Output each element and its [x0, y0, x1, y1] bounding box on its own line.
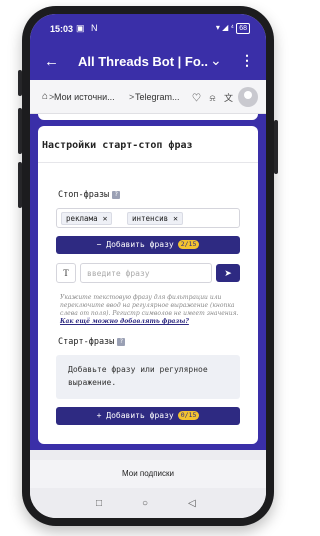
back-arrow-icon[interactable]: ← [44, 53, 59, 71]
stop-phrases-tags: реклама ✕ интенсив ✕ [56, 208, 240, 228]
start-phrases-label: Старт-фразы? [58, 337, 126, 347]
my-subscriptions-button[interactable]: Мои подписки [30, 460, 266, 488]
header-action-icons[interactable]: ♡ ⍾ 文 [192, 91, 236, 104]
app-titlebar: ← All Threads Bot | Fo... ⌄ ⋮ [30, 44, 266, 80]
phrase-input-row: T ➤ [56, 263, 240, 283]
close-icon[interactable]: ✕ [173, 214, 178, 223]
card-title: Настройки старт-стоп фраз [42, 140, 193, 151]
signal-icon: ▾ ◢ ⁴ [215, 23, 234, 32]
help-link[interactable]: Как ещё можно добавлять фразы? [60, 318, 189, 325]
text-mode-toggle-icon[interactable]: T [56, 263, 76, 283]
notification-icons: ▣ N [76, 23, 100, 33]
add-start-phrase-label: Добавить фразу [106, 411, 174, 420]
tag-label: реклама [66, 214, 98, 223]
count-badge: 0/15 [177, 411, 200, 420]
power-button [274, 120, 278, 174]
status-time: 15:03 [50, 24, 74, 34]
start-phrases-empty-box[interactable]: Добавьте фразу или регулярное выражение. [56, 355, 240, 399]
count-badge: 2/15 [177, 240, 200, 249]
chevron-down-icon[interactable]: ⌄ [210, 52, 222, 69]
back-nav-icon[interactable]: ◁ [188, 498, 196, 509]
status-bar: 15:03 ▣ N ▾ ◢ ⁴ 68 [30, 14, 266, 44]
phone-screen: 15:03 ▣ N ▾ ◢ ⁴ 68 ← All Threads Bot | F… [30, 14, 266, 518]
breadcrumb: ⌂ Мои источни... > > Telegram... ♡ ⍾ 文 [30, 80, 266, 114]
plus-icon: + [96, 411, 102, 420]
home-icon[interactable]: ⌂ [42, 91, 48, 102]
tag-chip: реклама ✕ [61, 212, 113, 225]
battery-icon: 68 [236, 23, 250, 34]
status-right-icons: ▾ ◢ ⁴ 68 [216, 23, 250, 34]
home-nav-icon[interactable]: ○ [142, 498, 148, 509]
breadcrumb-separator: > [49, 92, 55, 102]
stop-phrases-hint: Укажите текстовую фразу для фильтрации и… [60, 294, 240, 326]
more-vert-icon[interactable]: ⋮ [240, 52, 254, 69]
breadcrumb-separator: > [129, 92, 135, 102]
stop-phrases-label: Стоп-фразы? [58, 190, 121, 200]
close-icon[interactable]: ✕ [103, 214, 108, 223]
help-icon[interactable]: ? [112, 191, 121, 199]
tag-label: интенсив [132, 214, 169, 223]
start-phrases-label-text: Старт-фразы [58, 337, 115, 347]
avatar[interactable] [238, 87, 258, 107]
minus-icon: − [96, 240, 102, 249]
system-navbar: □ ○ ◁ [30, 492, 266, 518]
tag-chip: интенсив ✕ [127, 212, 183, 225]
send-icon[interactable]: ➤ [216, 264, 240, 282]
add-start-phrase-button[interactable]: + Добавить фразу 0/15 [56, 407, 240, 425]
phrase-input[interactable] [80, 263, 212, 283]
previous-card-edge [38, 114, 258, 120]
card-divider [38, 162, 258, 163]
page-title: All Threads Bot | Fo... [78, 54, 208, 69]
stop-phrases-label-text: Стоп-фразы [58, 190, 110, 200]
recents-icon[interactable]: □ [96, 498, 102, 509]
hint-text: Укажите текстовую фразу для фильтрации и… [60, 294, 239, 317]
add-stop-phrase-label: Добавить фразу [106, 240, 174, 249]
breadcrumb-my-sources[interactable]: Мои источни... [54, 92, 115, 102]
add-stop-phrase-button[interactable]: − Добавить фразу 2/15 [56, 236, 240, 254]
help-icon[interactable]: ? [117, 338, 126, 346]
breadcrumb-telegram[interactable]: Telegram... [135, 92, 183, 102]
